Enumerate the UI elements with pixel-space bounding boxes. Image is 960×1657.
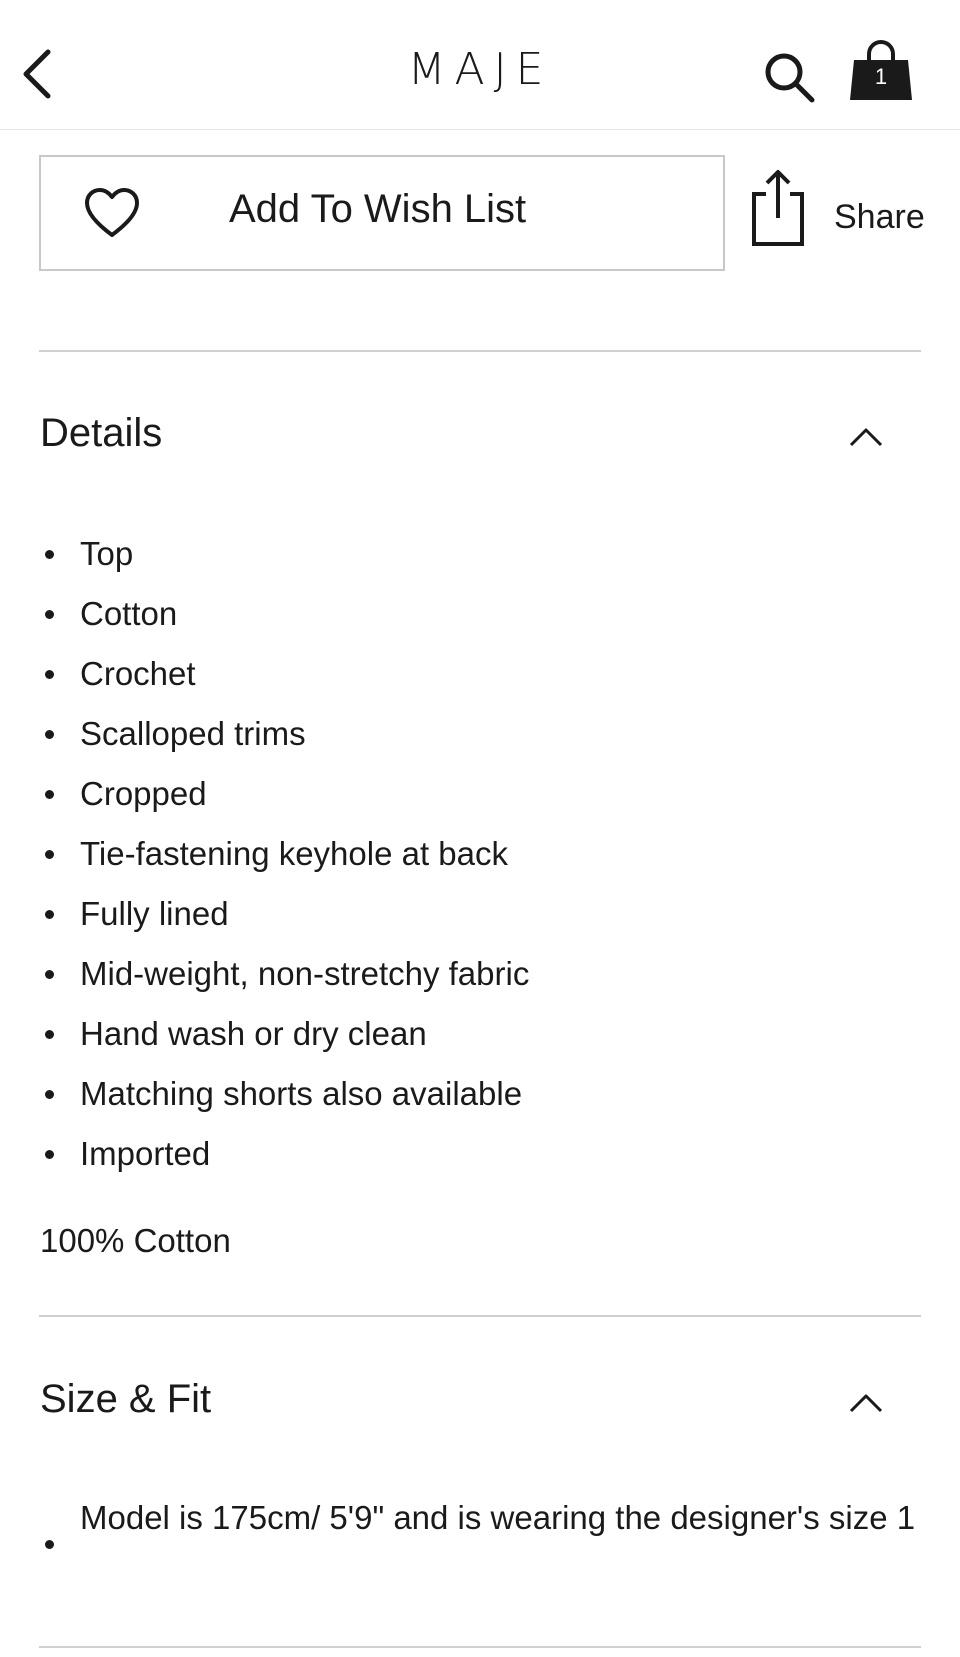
size-fit-title: Size & Fit <box>40 1377 212 1421</box>
bullet <box>45 730 54 739</box>
list-item-text: Tie-fastening keyhole at back <box>80 835 509 872</box>
chevron-up-icon <box>849 1394 883 1413</box>
chevron-up-icon <box>849 428 883 447</box>
list-item-text: Scalloped trims <box>80 715 306 752</box>
list-item: Crochet <box>0 644 960 704</box>
list-item-text: Top <box>80 535 134 572</box>
fabric-composition: 100% Cotton <box>40 1222 231 1259</box>
details-title: Details <box>40 411 163 455</box>
bullet <box>45 610 54 619</box>
share-icon <box>752 170 804 246</box>
shopping-bag-button[interactable]: 1 <box>848 40 918 106</box>
chevron-left-icon <box>23 49 51 99</box>
details-accordion-header[interactable]: Details <box>0 397 960 477</box>
bullet <box>45 670 54 679</box>
share-label: Share <box>834 198 925 236</box>
bullet <box>45 1030 54 1039</box>
bullet <box>45 850 54 859</box>
add-to-wish-list-button[interactable]: Add To Wish List <box>39 155 725 271</box>
list-item-text: Model is 175cm/ 5'9" and is wearing the … <box>80 1499 916 1536</box>
list-item: Matching shorts also available <box>0 1064 960 1124</box>
list-item: Imported <box>0 1124 960 1184</box>
bullet <box>45 1090 54 1099</box>
list-item-text: Imported <box>80 1135 211 1172</box>
size-fit-list-item: Model is 175cm/ 5'9" and is wearing the … <box>0 1488 960 1598</box>
bullet <box>45 970 54 979</box>
size-fit-accordion-header[interactable]: Size & Fit <box>0 1363 960 1443</box>
back-button[interactable] <box>14 44 62 104</box>
list-item-text: Hand wash or dry clean <box>80 1015 427 1052</box>
wish-list-label: Add To Wish List <box>229 187 527 231</box>
list-item-text: Crochet <box>80 655 196 692</box>
section-divider <box>39 1646 921 1648</box>
list-item-text: Cotton <box>80 595 178 632</box>
list-item: Top <box>0 524 960 584</box>
share-button[interactable]: Share <box>748 168 928 252</box>
details-list: Top Cotton Crochet Scalloped trims Cropp… <box>0 524 960 1184</box>
list-item: Mid-weight, non-stretchy fabric <box>0 944 960 1004</box>
section-divider <box>39 1315 921 1317</box>
list-item: Tie-fastening keyhole at back <box>0 824 960 884</box>
section-divider <box>39 350 921 352</box>
list-item-text: Fully lined <box>80 895 229 932</box>
list-item-text: Cropped <box>80 775 207 812</box>
list-item: Cropped <box>0 764 960 824</box>
bullet <box>45 790 54 799</box>
list-item-text: Mid-weight, non-stretchy fabric <box>80 955 530 992</box>
bullet <box>45 1540 54 1549</box>
list-item-text: Matching shorts also available <box>80 1075 523 1112</box>
search-button[interactable] <box>760 48 818 106</box>
bullet <box>45 550 54 559</box>
list-item: Scalloped trims <box>0 704 960 764</box>
bag-count-badge: 1 <box>874 64 888 89</box>
bullet <box>45 1150 54 1159</box>
top-nav-bar: MAJE 1 <box>0 0 960 130</box>
list-item: Cotton <box>0 584 960 644</box>
list-item: Fully lined <box>0 884 960 944</box>
search-icon <box>765 53 815 103</box>
list-item: Hand wash or dry clean <box>0 1004 960 1064</box>
heart-icon <box>85 188 139 237</box>
bullet <box>45 910 54 919</box>
